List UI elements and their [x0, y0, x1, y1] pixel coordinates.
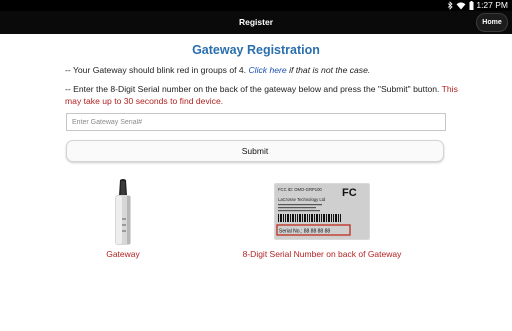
app-bar: Register Home: [0, 11, 512, 34]
home-button[interactable]: Home: [476, 13, 508, 32]
serial-label-caption: 8-Digit Serial Number on back of Gateway: [242, 249, 402, 259]
instruction-blink-text: -- Your Gateway should blink red in grou…: [65, 65, 247, 75]
instruction-blink-suffix: if that is not the case.: [289, 65, 371, 75]
instruction-blink: -- Your Gateway should blink red in grou…: [65, 65, 455, 75]
fcc-logo: FC: [342, 187, 357, 199]
status-time: 1:27 PM: [476, 0, 508, 10]
serial-label-image: FCC ID: OMO-GRP100 FC LaCrosse Technolog…: [274, 183, 370, 240]
registration-heading: Gateway Registration: [192, 43, 320, 57]
status-icons: [447, 1, 474, 10]
instruction-serial: -- Enter the 8-Digit Serial number on th…: [65, 83, 465, 107]
instruction-serial-text: -- Enter the 8-Digit Serial number on th…: [65, 84, 440, 94]
page-title: Register: [238, 17, 273, 27]
bluetooth-icon: [447, 1, 453, 10]
label-company-text: LaCrosse Technology Ltd: [278, 197, 326, 202]
click-here-link[interactable]: Click here: [248, 65, 286, 75]
gateway-device-image: [115, 179, 131, 245]
status-bar: 1:27 PM: [0, 0, 512, 11]
wifi-icon: [456, 2, 466, 10]
gateway-serial-input[interactable]: [66, 113, 446, 131]
gateway-caption: Gateway: [106, 249, 140, 259]
label-serial-text: Serial No.: 88 88 88 88: [279, 229, 330, 235]
battery-icon: [469, 1, 474, 10]
submit-button[interactable]: Submit: [66, 140, 444, 162]
label-fcc-text: FCC ID: OMO-GRP100: [278, 187, 322, 192]
